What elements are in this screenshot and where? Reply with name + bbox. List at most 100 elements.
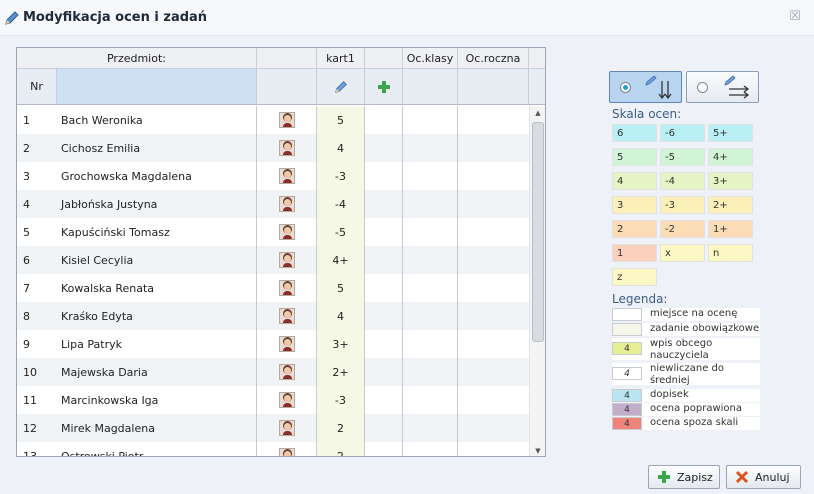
grade-cell[interactable]: 3+ (317, 330, 365, 358)
grade-cell[interactable]: -4 (317, 190, 365, 218)
scroll-up-icon[interactable]: ▲ (530, 106, 545, 120)
class-grade-cell[interactable] (403, 330, 458, 358)
student-avatar[interactable] (257, 302, 317, 330)
scale-grade-button[interactable]: 5+ (708, 124, 753, 142)
grade-cell[interactable]: 4+ (317, 246, 365, 274)
scale-grade-button[interactable]: -6 (660, 124, 705, 142)
scale-grade-button[interactable]: z (612, 268, 657, 286)
radio-unselected-icon[interactable] (697, 82, 708, 93)
header-edit-column[interactable] (317, 69, 365, 104)
scale-grade-button[interactable]: -4 (660, 172, 705, 190)
header-add-column[interactable] (365, 69, 403, 104)
grade-cell[interactable]: 4 (317, 302, 365, 330)
new-grade-cell[interactable] (365, 302, 403, 330)
scale-grade-button[interactable]: 2+ (708, 196, 753, 214)
radio-selected-icon[interactable] (620, 82, 631, 93)
new-grade-cell[interactable] (365, 274, 403, 302)
grade-cell[interactable]: 2 (317, 442, 365, 456)
grade-cell[interactable]: -3 (317, 162, 365, 190)
year-grade-cell[interactable] (458, 218, 529, 246)
student-avatar[interactable] (257, 162, 317, 190)
cancel-button[interactable]: Anuluj (726, 465, 801, 489)
new-grade-cell[interactable] (365, 414, 403, 442)
year-grade-cell[interactable] (458, 274, 529, 302)
student-avatar[interactable] (257, 358, 317, 386)
grid-scrollbar[interactable]: ▲ ▼ (529, 106, 545, 456)
student-avatar[interactable] (257, 414, 317, 442)
class-grade-cell[interactable] (403, 274, 458, 302)
year-grade-cell[interactable] (458, 246, 529, 274)
student-avatar[interactable] (257, 106, 317, 134)
class-grade-cell[interactable] (403, 302, 458, 330)
close-icon[interactable]: ☒ (788, 10, 802, 24)
scale-grade-button[interactable]: -3 (660, 196, 705, 214)
class-grade-cell[interactable] (403, 190, 458, 218)
class-grade-cell[interactable] (403, 246, 458, 274)
grade-cell[interactable]: 2+ (317, 358, 365, 386)
add-plus-icon[interactable] (377, 80, 391, 94)
scale-grade-button[interactable]: 5 (612, 148, 657, 166)
class-grade-cell[interactable] (403, 134, 458, 162)
new-grade-cell[interactable] (365, 106, 403, 134)
new-grade-cell[interactable] (365, 386, 403, 414)
header-column-kart1[interactable]: kart1 (317, 48, 365, 68)
mode-vertical-toggle[interactable] (609, 71, 682, 103)
header-name-sort[interactable] (57, 69, 257, 104)
grade-cell[interactable]: 4 (317, 134, 365, 162)
grade-cell[interactable]: -5 (317, 218, 365, 246)
student-avatar[interactable] (257, 386, 317, 414)
new-grade-cell[interactable] (365, 134, 403, 162)
class-grade-cell[interactable] (403, 162, 458, 190)
scale-grade-button[interactable]: x (660, 244, 705, 262)
year-grade-cell[interactable] (458, 358, 529, 386)
grade-cell[interactable]: -3 (317, 386, 365, 414)
student-avatar[interactable] (257, 246, 317, 274)
scale-grade-button[interactable]: 3+ (708, 172, 753, 190)
scale-grade-button[interactable]: 2 (612, 220, 657, 238)
scroll-thumb[interactable] (532, 122, 544, 342)
new-grade-cell[interactable] (365, 218, 403, 246)
year-grade-cell[interactable] (458, 442, 529, 456)
student-avatar[interactable] (257, 218, 317, 246)
student-avatar[interactable] (257, 134, 317, 162)
scale-grade-button[interactable]: 1 (612, 244, 657, 262)
year-grade-cell[interactable] (458, 106, 529, 134)
scale-grade-button[interactable]: n (708, 244, 753, 262)
class-grade-cell[interactable] (403, 106, 458, 134)
new-grade-cell[interactable] (365, 190, 403, 218)
scale-grade-button[interactable]: 4 (612, 172, 657, 190)
save-button[interactable]: Zapisz (648, 465, 720, 489)
year-grade-cell[interactable] (458, 386, 529, 414)
new-grade-cell[interactable] (365, 358, 403, 386)
student-avatar[interactable] (257, 274, 317, 302)
new-grade-cell[interactable] (365, 330, 403, 358)
new-grade-cell[interactable] (365, 442, 403, 456)
student-avatar[interactable] (257, 330, 317, 358)
class-grade-cell[interactable] (403, 442, 458, 456)
grade-cell[interactable]: 5 (317, 106, 365, 134)
scale-grade-button[interactable]: 4+ (708, 148, 753, 166)
new-grade-cell[interactable] (365, 246, 403, 274)
new-grade-cell[interactable] (365, 162, 403, 190)
class-grade-cell[interactable] (403, 218, 458, 246)
class-grade-cell[interactable] (403, 386, 458, 414)
year-grade-cell[interactable] (458, 162, 529, 190)
scroll-down-icon[interactable]: ▼ (530, 444, 545, 456)
class-grade-cell[interactable] (403, 358, 458, 386)
class-grade-cell[interactable] (403, 414, 458, 442)
scale-grade-button[interactable]: -5 (660, 148, 705, 166)
year-grade-cell[interactable] (458, 330, 529, 358)
grade-cell[interactable]: 5 (317, 274, 365, 302)
edit-pencil-icon[interactable] (334, 80, 348, 94)
year-grade-cell[interactable] (458, 414, 529, 442)
scale-grade-button[interactable]: 1+ (708, 220, 753, 238)
grade-cell[interactable]: 2 (317, 414, 365, 442)
year-grade-cell[interactable] (458, 190, 529, 218)
scale-grade-button[interactable]: -2 (660, 220, 705, 238)
scale-grade-button[interactable]: 6 (612, 124, 657, 142)
student-avatar[interactable] (257, 442, 317, 456)
mode-horizontal-toggle[interactable] (686, 71, 759, 103)
year-grade-cell[interactable] (458, 134, 529, 162)
scale-grade-button[interactable]: 3 (612, 196, 657, 214)
student-avatar[interactable] (257, 190, 317, 218)
